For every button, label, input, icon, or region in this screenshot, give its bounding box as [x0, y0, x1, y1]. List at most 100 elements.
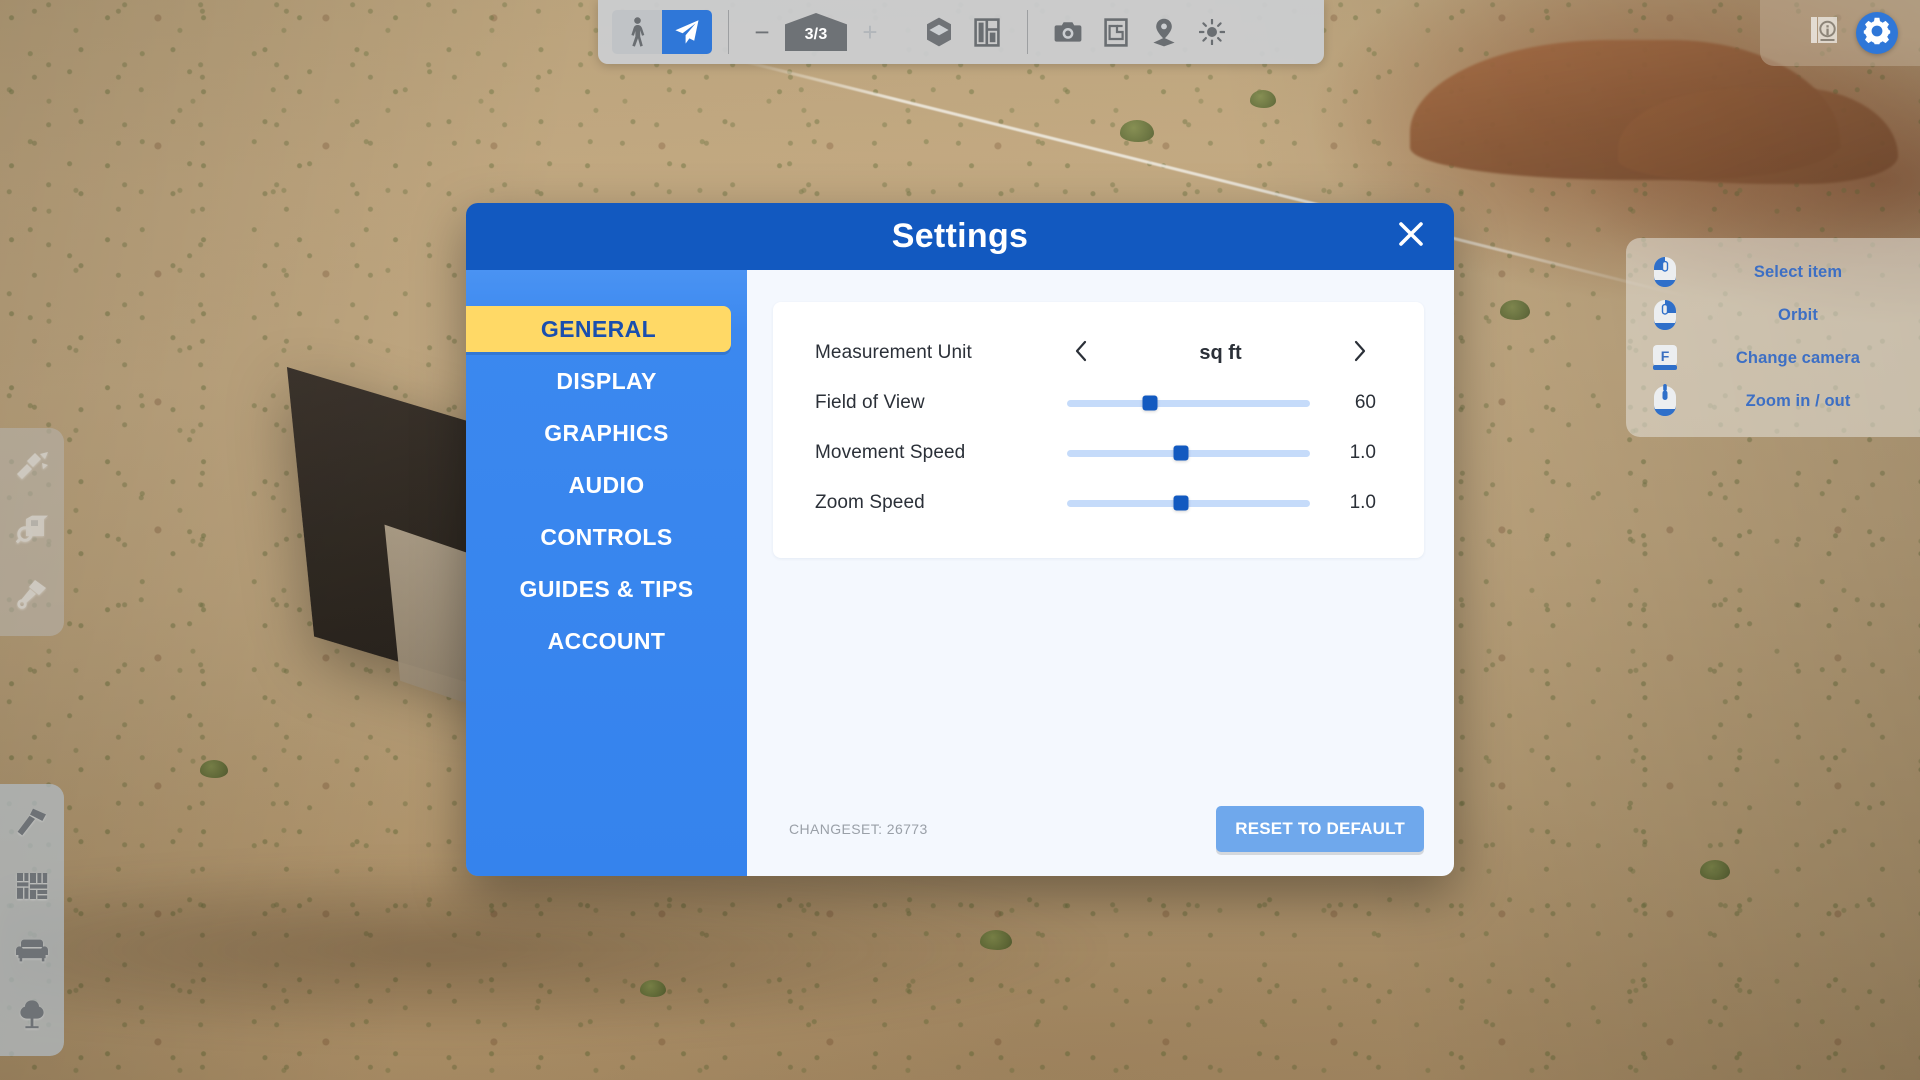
- mouse-left-click-icon: [1648, 254, 1682, 290]
- demolish-tool-button[interactable]: [14, 450, 50, 486]
- zoom-speed-slider[interactable]: [1067, 495, 1310, 511]
- gear-icon: [1863, 17, 1891, 50]
- setting-row-field-of-view: Field of View 60: [815, 378, 1376, 428]
- settings-content: Measurement Unit sq ft Field of View 60 …: [747, 270, 1454, 876]
- sidebar-item-label: AUDIO: [568, 471, 645, 498]
- help-label: Select item: [1753, 262, 1843, 281]
- shrub: [1700, 860, 1730, 880]
- camera-icon: [1054, 20, 1082, 44]
- reset-to-default-button[interactable]: RESET TO DEFAULT: [1216, 806, 1424, 852]
- setting-label: Zoom Speed: [815, 492, 925, 513]
- movement-speed-slider-wrap: 1.0: [1065, 442, 1376, 464]
- shrub: [1250, 90, 1276, 108]
- build-tool-button[interactable]: [14, 806, 50, 842]
- scraper-tool-button[interactable]: [14, 578, 50, 614]
- general-settings-card: Measurement Unit sq ft Field of View 60 …: [773, 302, 1424, 558]
- shrub: [980, 930, 1012, 950]
- sidebar-item-guides-and-tips[interactable]: GUIDES & TIPS: [466, 566, 747, 612]
- view-3d-button[interactable]: [915, 10, 963, 54]
- hammer-icon: [16, 807, 48, 842]
- setting-label: Measurement Unit: [815, 342, 972, 363]
- location-button[interactable]: [1140, 10, 1188, 54]
- keyboard-key-f-icon: F: [1648, 340, 1682, 376]
- settings-button[interactable]: [1856, 12, 1898, 54]
- setting-control: sq ft: [1065, 337, 1376, 369]
- left-tool-rail-bottom: [0, 784, 64, 1056]
- paint-scraper-icon: [17, 579, 47, 614]
- setting-row-measurement-unit: Measurement Unit sq ft: [815, 328, 1376, 378]
- measurement-unit-next-button[interactable]: [1344, 337, 1376, 369]
- navigation-mode-group: [612, 10, 712, 54]
- sidebar-item-display[interactable]: DISPLAY: [466, 358, 747, 404]
- demolish-hammer-icon: [15, 451, 49, 486]
- camera-button[interactable]: [1044, 10, 1092, 54]
- settings-footer: CHANGESET: 26773 RESET TO DEFAULT: [773, 806, 1424, 852]
- settings-dialog: Settings GENERAL DISPLAY GRAPHICS AUDIO: [466, 203, 1454, 876]
- floorplan-view-button[interactable]: [963, 10, 1011, 54]
- mouse-scroll-wheel-icon: [1648, 383, 1682, 419]
- inspect-box-icon: [15, 515, 48, 550]
- tools-group: [1044, 10, 1236, 54]
- materials-tool-button[interactable]: [14, 870, 50, 906]
- help-row: Orbit: [1648, 297, 1900, 333]
- fly-mode-button[interactable]: [662, 10, 712, 54]
- close-icon: [1396, 219, 1426, 254]
- toolbar-divider: [1027, 10, 1028, 54]
- field-of-view-slider[interactable]: [1067, 395, 1310, 411]
- shrub: [200, 760, 228, 778]
- mouse-right-click-icon: [1648, 297, 1682, 333]
- floorplan-grid-icon: [974, 17, 1000, 47]
- sidebar-item-general[interactable]: GENERAL: [466, 306, 731, 352]
- sidebar-item-label: ACCOUNT: [547, 627, 666, 654]
- slider-thumb[interactable]: [1173, 445, 1189, 461]
- floor-increase-button[interactable]: +: [853, 12, 887, 52]
- floor-decrease-button[interactable]: −: [745, 12, 779, 52]
- sidebar-item-label: GRAPHICS: [544, 419, 669, 446]
- movement-speed-value: 1.0: [1349, 442, 1376, 463]
- shrub: [1120, 120, 1154, 142]
- field-of-view-value: 60: [1354, 392, 1376, 413]
- tree-icon: [17, 999, 47, 1034]
- top-toolbar: − 3/3 +: [598, 0, 1324, 64]
- inspect-tool-button[interactable]: [14, 514, 50, 550]
- sidebar-item-label: DISPLAY: [556, 367, 657, 394]
- terrain-mesa-secondary: [1618, 88, 1898, 184]
- floor-indicator-label: 3/3: [804, 26, 828, 43]
- setting-label: Field of View: [815, 392, 925, 413]
- sun-lighting-button[interactable]: [1188, 10, 1236, 54]
- furniture-tool-button[interactable]: [14, 934, 50, 970]
- sidebar-item-graphics[interactable]: GRAPHICS: [466, 410, 747, 456]
- zoom-speed-value: 1.0: [1349, 492, 1376, 513]
- help-label: Change camera: [1735, 348, 1861, 367]
- close-button[interactable]: [1392, 218, 1430, 256]
- measurement-unit-value: sq ft: [1199, 341, 1242, 364]
- setting-control: 1.0: [1065, 492, 1376, 514]
- floor-indicator[interactable]: 3/3: [785, 13, 847, 51]
- help-row: Zoom in / out: [1648, 383, 1900, 419]
- field-of-view-slider-wrap: 60: [1065, 392, 1376, 414]
- person-walking-icon: [626, 17, 648, 47]
- landscape-tool-button[interactable]: [14, 998, 50, 1034]
- export-plan-button[interactable]: [1092, 10, 1140, 54]
- setting-control: 1.0: [1065, 442, 1376, 464]
- materials-pattern-icon: [16, 871, 48, 906]
- sidebar-item-controls[interactable]: CONTROLS: [466, 514, 747, 560]
- sidebar-item-audio[interactable]: AUDIO: [466, 462, 747, 508]
- sidebar-item-label: GENERAL: [540, 315, 657, 342]
- settings-body: GENERAL DISPLAY GRAPHICS AUDIO CONTROLS …: [466, 270, 1454, 876]
- slider-thumb[interactable]: [1142, 395, 1158, 411]
- page-title: Settings: [891, 217, 1029, 255]
- setting-control: 60: [1065, 392, 1376, 414]
- cube-layers-icon: [926, 17, 952, 47]
- movement-speed-slider[interactable]: [1067, 445, 1310, 461]
- info-book-icon: [1808, 16, 1840, 51]
- help-row: Select item: [1648, 254, 1900, 290]
- setting-label: Movement Speed: [815, 442, 966, 463]
- toolbar-divider: [728, 10, 729, 54]
- info-book-button[interactable]: [1808, 15, 1840, 52]
- walk-mode-button[interactable]: [612, 10, 662, 54]
- measurement-unit-prev-button[interactable]: [1065, 337, 1097, 369]
- chevron-right-icon: [1352, 339, 1368, 368]
- slider-thumb[interactable]: [1173, 495, 1189, 511]
- sidebar-item-account[interactable]: ACCOUNT: [466, 618, 747, 664]
